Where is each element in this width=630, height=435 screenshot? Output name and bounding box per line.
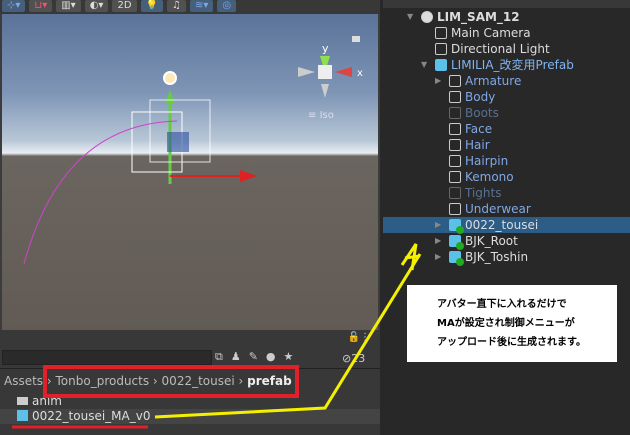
prefab-icon <box>449 235 464 250</box>
lighting-toggle-icon[interactable]: 💡 <box>140 0 163 12</box>
hierarchy-item-label: Boots <box>465 106 499 120</box>
expand-arrow-icon[interactable]: ▼ <box>407 9 413 25</box>
view-gizmo[interactable]: y x <box>298 42 363 98</box>
chevron-right-icon: › <box>149 374 162 388</box>
transform-tool-button[interactable]: ⊹▾ <box>2 0 26 12</box>
avatar-model <box>167 132 189 152</box>
list-item[interactable]: anim <box>0 394 380 409</box>
hierarchy-item[interactable]: ▶ BJK_Toshin <box>383 249 630 266</box>
hierarchy-item[interactable]: ▶ Armature <box>383 73 630 89</box>
hierarchy-item[interactable]: Tights <box>383 185 630 201</box>
hierarchy-item-label: 0022_tousei <box>465 218 539 232</box>
added-plus-icon <box>456 258 464 266</box>
gameobject-icon <box>449 171 461 183</box>
effects-toggle-icon[interactable]: ≋▾ <box>189 0 214 12</box>
hierarchy-item[interactable]: Directional Light <box>383 41 630 57</box>
hierarchy-item-label: Underwear <box>465 202 531 216</box>
gameobject-icon <box>449 187 461 199</box>
gameobject-icon <box>449 91 461 103</box>
hierarchy-item[interactable]: ▶ BJK_Root <box>383 233 630 250</box>
collapse-arrow-icon[interactable]: ▶ <box>435 73 441 89</box>
hierarchy-item[interactable]: ▼ LIM_SAM_12 <box>383 9 630 25</box>
hidden-count[interactable]: ⊘23 <box>342 352 365 365</box>
folder-icon <box>17 397 28 405</box>
hierarchy-item-label: Main Camera <box>451 26 531 40</box>
grid-button[interactable]: ▥▾ <box>56 0 81 12</box>
hierarchy-item-label: Hair <box>465 138 490 152</box>
list-item[interactable]: 0022_tousei_MA_v0 <box>0 409 380 424</box>
hierarchy-item[interactable]: Hair <box>383 137 630 153</box>
lock-icon[interactable]: 🔓⋮ <box>348 332 370 343</box>
hierarchy-item[interactable]: Underwear <box>383 201 630 217</box>
project-panel: 🔓⋮ ⧉♟✎●★ ⊘23 Assets › Tonbo_products › 0… <box>0 330 380 435</box>
gameobject-icon <box>449 123 461 135</box>
shading-button[interactable]: ◐▾ <box>84 0 109 12</box>
gizmo-x-label: x <box>357 68 363 79</box>
expand-arrow-icon[interactable]: ▼ <box>421 57 427 73</box>
scene-viewport[interactable]: y x ≡ Iso <box>2 14 378 330</box>
chevron-right-icon: › <box>43 374 56 388</box>
hierarchy-item[interactable]: Kemono <box>383 169 630 185</box>
breadcrumb-item[interactable]: 0022_tousei <box>162 374 235 388</box>
hierarchy-item[interactable]: Boots <box>383 105 630 121</box>
hierarchy-item-label: Body <box>465 90 496 104</box>
hierarchy-panel: ▼ LIM_SAM_12 Main Camera Directional Light ▼… <box>383 0 630 435</box>
gameobject-icon <box>449 75 461 87</box>
hierarchy-item[interactable]: ▼ LIMILIA_改変用Prefab <box>383 57 630 73</box>
hierarchy-item-label: Armature <box>465 74 522 88</box>
hierarchy-item-label: LIM_SAM_12 <box>437 10 520 24</box>
hierarchy-item[interactable]: Body <box>383 89 630 105</box>
hierarchy-item-label: Hairpin <box>465 154 509 168</box>
trajectory-arc <box>23 120 178 265</box>
chevron-right-icon: › <box>234 374 248 388</box>
collapse-arrow-icon[interactable]: ▶ <box>435 249 441 265</box>
scene-toolbar: ⊹▾ ⊔▾ ▥▾ ◐▾ 2D 💡 ♫ ≋▾ ◎ <box>0 0 380 14</box>
2d-toggle[interactable]: 2D <box>112 0 137 12</box>
collapse-arrow-icon[interactable]: ▶ <box>435 233 441 249</box>
breadcrumb-item[interactable]: Tonbo_products <box>56 374 150 388</box>
breadcrumb: Assets › Tonbo_products › 0022_tousei › … <box>4 374 292 388</box>
hierarchy-item-label: BJK_Toshin <box>465 250 529 264</box>
gameobject-icon <box>435 43 447 55</box>
audio-toggle-icon[interactable]: ♫ <box>166 0 186 12</box>
prefab-icon <box>435 59 447 71</box>
unity-scene-icon <box>421 11 433 23</box>
filter-buttons[interactable]: ⧉♟✎●★ <box>215 350 301 364</box>
gameobject-icon <box>449 139 461 151</box>
gameobject-icon <box>449 203 461 215</box>
collapse-arrow-icon[interactable]: ▶ <box>435 217 441 233</box>
scene-view[interactable]: ⊹▾ ⊔▾ ▥▾ ◐▾ 2D 💡 ♫ ≋▾ ◎ y x ≡ Iso <box>0 0 380 330</box>
light-icon <box>163 71 177 85</box>
hierarchy-item-label: Kemono <box>465 170 514 184</box>
visibility-toggle-icon[interactable]: ◎ <box>217 0 237 12</box>
hierarchy-item-label: BJK_Root <box>465 234 518 248</box>
hierarchy-item-label: Directional Light <box>451 42 550 56</box>
gameobject-icon <box>435 27 447 39</box>
projection-label: ≡ Iso <box>308 110 334 121</box>
hierarchy-item-label: LIMILIA_改変用Prefab <box>451 58 574 72</box>
gameobject-icon <box>449 155 461 167</box>
hierarchy-item[interactable]: Main Camera <box>383 25 630 41</box>
hierarchy-item-label: Tights <box>465 186 502 200</box>
search-input[interactable] <box>2 350 212 365</box>
hierarchy-header <box>383 0 630 8</box>
breadcrumb-item[interactable]: prefab <box>247 374 292 388</box>
hierarchy-item[interactable]: Hairpin <box>383 153 630 169</box>
prefab-icon <box>449 219 464 234</box>
snap-button[interactable]: ⊔▾ <box>29 0 53 12</box>
breadcrumb-item[interactable]: Assets <box>4 374 43 388</box>
hierarchy-item-label: Face <box>465 122 493 136</box>
annotation-note: アバター直下に入れるだけで MAが設定され制御メニューが アップロード後に生成されま… <box>407 285 617 362</box>
hierarchy-item[interactable]: Face <box>383 121 630 137</box>
lock-icon <box>352 36 360 42</box>
hierarchy-item[interactable]: ▶ 0022_tousei <box>383 217 630 234</box>
gameobject-icon <box>449 107 461 119</box>
gizmo-y-label: y <box>322 42 329 55</box>
prefab-icon <box>449 251 464 266</box>
prefab-variant-icon <box>17 410 28 421</box>
